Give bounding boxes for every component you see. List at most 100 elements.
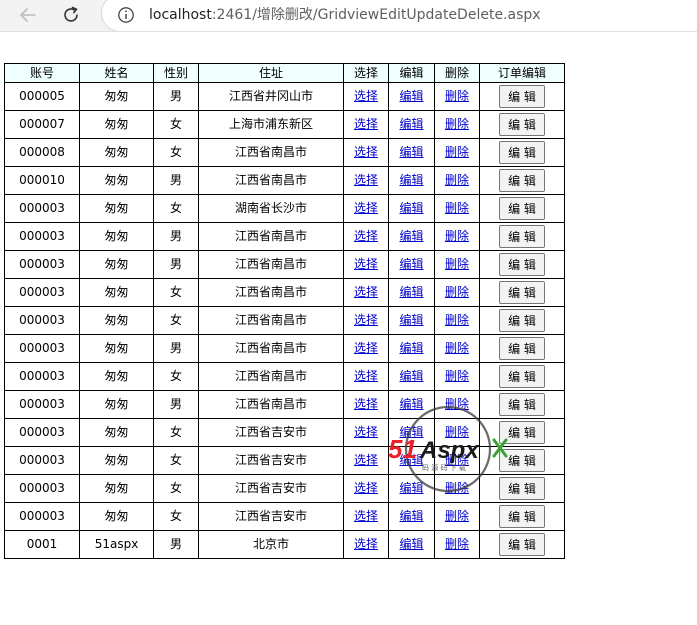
delete-link[interactable]: 删除 — [445, 509, 469, 523]
cell-delete: 删除 — [434, 390, 480, 419]
cell-account: 000010 — [4, 166, 80, 195]
select-link[interactable]: 选择 — [354, 453, 378, 467]
delete-link[interactable]: 删除 — [445, 117, 469, 131]
edit-link[interactable]: 编辑 — [399, 481, 423, 495]
delete-link[interactable]: 删除 — [445, 537, 469, 551]
url-text[interactable]: localhost:2461/增除删改/GridviewEditUpdateDe… — [149, 5, 541, 25]
order-edit-button[interactable]: 编 辑 — [499, 421, 545, 444]
delete-link[interactable]: 删除 — [445, 145, 469, 159]
order-edit-button[interactable]: 编 辑 — [499, 365, 545, 388]
order-edit-button[interactable]: 编 辑 — [499, 449, 545, 472]
order-edit-button[interactable]: 编 辑 — [499, 505, 545, 528]
cell-address: 江西省吉安市 — [198, 502, 344, 531]
cell-select: 选择 — [343, 502, 389, 531]
delete-link[interactable]: 删除 — [445, 257, 469, 271]
order-edit-button[interactable]: 编 辑 — [499, 85, 545, 108]
cell-name: 51aspx — [79, 530, 154, 559]
select-link[interactable]: 选择 — [354, 481, 378, 495]
select-link[interactable]: 选择 — [354, 369, 378, 383]
edit-link[interactable]: 编辑 — [399, 229, 423, 243]
order-edit-button[interactable]: 编 辑 — [499, 337, 545, 360]
cell-address: 上海市浦东新区 — [198, 110, 344, 139]
cell-select: 选择 — [343, 222, 389, 251]
delete-link[interactable]: 删除 — [445, 313, 469, 327]
select-link[interactable]: 选择 — [354, 145, 378, 159]
cell-select: 选择 — [343, 306, 389, 335]
delete-link[interactable]: 删除 — [445, 425, 469, 439]
order-edit-button[interactable]: 编 辑 — [499, 169, 545, 192]
edit-link[interactable]: 编辑 — [399, 369, 423, 383]
cell-edit: 编辑 — [388, 306, 435, 335]
select-link[interactable]: 选择 — [354, 313, 378, 327]
cell-order-edit: 编 辑 — [479, 250, 565, 279]
edit-link[interactable]: 编辑 — [399, 453, 423, 467]
cell-account: 000003 — [4, 362, 80, 391]
header-delete: 删除 — [434, 63, 480, 83]
delete-link[interactable]: 删除 — [445, 481, 469, 495]
edit-link[interactable]: 编辑 — [399, 201, 423, 215]
select-link[interactable]: 选择 — [354, 117, 378, 131]
edit-link[interactable]: 编辑 — [399, 341, 423, 355]
edit-link[interactable]: 编辑 — [399, 537, 423, 551]
order-edit-button[interactable]: 编 辑 — [499, 253, 545, 276]
edit-link[interactable]: 编辑 — [399, 117, 423, 131]
site-info-button[interactable] — [117, 6, 135, 24]
delete-link[interactable]: 删除 — [445, 285, 469, 299]
reload-button[interactable] — [58, 3, 84, 27]
header-address: 住址 — [198, 63, 344, 83]
edit-link[interactable]: 编辑 — [399, 89, 423, 103]
cell-select: 选择 — [343, 334, 389, 363]
cell-name: 匆匆 — [79, 390, 154, 419]
order-edit-button[interactable]: 编 辑 — [499, 533, 545, 556]
table-row: 000003 匆匆女江西省吉安市 选择 编辑 删除 编 辑 — [4, 446, 565, 475]
order-edit-button[interactable]: 编 辑 — [499, 141, 545, 164]
select-link[interactable]: 选择 — [354, 285, 378, 299]
cell-edit: 编辑 — [388, 110, 435, 139]
select-link[interactable]: 选择 — [354, 425, 378, 439]
order-edit-button[interactable]: 编 辑 — [499, 309, 545, 332]
cell-order-edit: 编 辑 — [479, 446, 565, 475]
cell-account: 000005 — [4, 82, 80, 111]
select-link[interactable]: 选择 — [354, 509, 378, 523]
delete-link[interactable]: 删除 — [445, 173, 469, 187]
delete-link[interactable]: 删除 — [445, 341, 469, 355]
cell-order-edit: 编 辑 — [479, 194, 565, 223]
edit-link[interactable]: 编辑 — [399, 285, 423, 299]
select-link[interactable]: 选择 — [354, 173, 378, 187]
table-row: 000003 匆匆女江西省吉安市 选择 编辑 删除 编 辑 — [4, 502, 565, 531]
order-edit-button[interactable]: 编 辑 — [499, 225, 545, 248]
edit-link[interactable]: 编辑 — [399, 145, 423, 159]
order-edit-button[interactable]: 编 辑 — [499, 477, 545, 500]
select-link[interactable]: 选择 — [354, 397, 378, 411]
cell-gender: 女 — [153, 306, 199, 335]
back-button[interactable] — [15, 3, 41, 27]
cell-account: 000008 — [4, 138, 80, 167]
select-link[interactable]: 选择 — [354, 201, 378, 215]
select-link[interactable]: 选择 — [354, 257, 378, 271]
select-link[interactable]: 选择 — [354, 89, 378, 103]
delete-link[interactable]: 删除 — [445, 89, 469, 103]
cell-edit: 编辑 — [388, 334, 435, 363]
order-edit-button[interactable]: 编 辑 — [499, 197, 545, 220]
edit-link[interactable]: 编辑 — [399, 257, 423, 271]
edit-link[interactable]: 编辑 — [399, 313, 423, 327]
gridview-table: 账号 姓名 性别 住址 选择 编辑 删除 订单编辑 000005 匆匆男江西省井冈… — [4, 63, 565, 559]
order-edit-button[interactable]: 编 辑 — [499, 393, 545, 416]
cell-select: 选择 — [343, 250, 389, 279]
delete-link[interactable]: 删除 — [445, 397, 469, 411]
cell-edit: 编辑 — [388, 166, 435, 195]
order-edit-button[interactable]: 编 辑 — [499, 281, 545, 304]
select-link[interactable]: 选择 — [354, 537, 378, 551]
order-edit-button[interactable]: 编 辑 — [499, 113, 545, 136]
edit-link[interactable]: 编辑 — [399, 425, 423, 439]
cell-address: 江西省南昌市 — [198, 390, 344, 419]
delete-link[interactable]: 删除 — [445, 369, 469, 383]
select-link[interactable]: 选择 — [354, 229, 378, 243]
delete-link[interactable]: 删除 — [445, 453, 469, 467]
delete-link[interactable]: 删除 — [445, 229, 469, 243]
edit-link[interactable]: 编辑 — [399, 509, 423, 523]
edit-link[interactable]: 编辑 — [399, 397, 423, 411]
delete-link[interactable]: 删除 — [445, 201, 469, 215]
select-link[interactable]: 选择 — [354, 341, 378, 355]
edit-link[interactable]: 编辑 — [399, 173, 423, 187]
